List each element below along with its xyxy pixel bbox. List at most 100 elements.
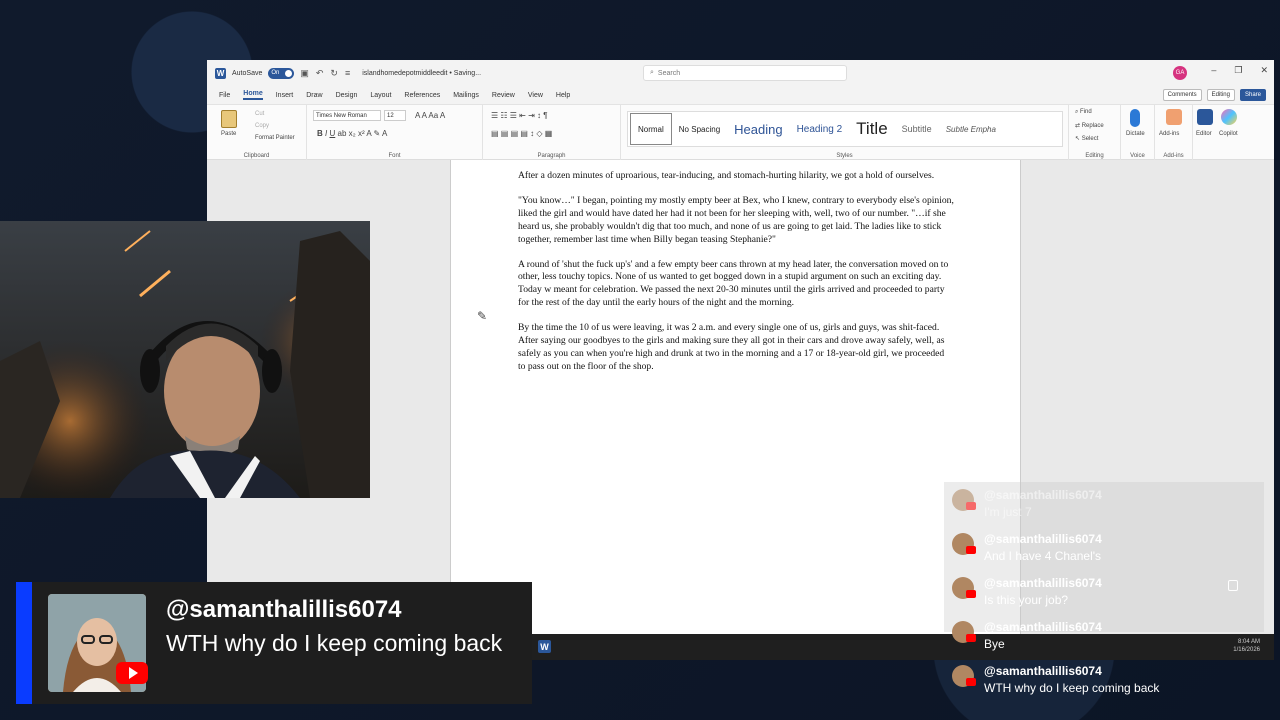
replace-button[interactable]: ⇄ Replace <box>1075 122 1104 129</box>
search-icon: ⌕ <box>650 69 654 76</box>
chat-username: @samanthalillis6074 <box>984 664 1102 678</box>
editing-mode-button[interactable]: Editing <box>1206 89 1235 101</box>
tab-review[interactable]: Review <box>492 92 515 99</box>
cut-button[interactable]: Cut <box>255 111 264 117</box>
chat-text: I'm just 7 <box>984 505 1032 519</box>
paragraph-3[interactable]: A round of 'shut the fuck up's' and a fe… <box>518 259 954 311</box>
style-heading-2[interactable]: Heading 2 <box>790 113 850 145</box>
tab-home[interactable]: Home <box>243 90 263 100</box>
document-title[interactable]: islandhomedepotmiddleedit • Saving... <box>362 70 481 77</box>
chat-username: @samanthalillis6074 <box>984 488 1102 502</box>
style-subtle-emphasis[interactable]: Subtle Empha <box>939 113 1003 145</box>
pen-cursor-icon: ✎ <box>477 309 488 323</box>
tab-insert[interactable]: Insert <box>276 92 294 99</box>
style-heading[interactable]: Heading <box>727 113 789 145</box>
copilot-button[interactable]: Copilot <box>1219 131 1238 137</box>
customize-icon[interactable]: ≡ <box>345 68 350 79</box>
banner-accent-bar <box>16 582 32 704</box>
word-logo-icon: W <box>215 67 226 79</box>
tab-references[interactable]: References <box>404 92 440 99</box>
paragraph-1[interactable]: After a dozen minutes of uproarious, tea… <box>518 170 954 183</box>
chat-overlay: @samanthalillis6074 I'm just 7 @samantha… <box>944 482 1264 716</box>
chat-username: @samanthalillis6074 <box>984 576 1102 590</box>
tab-mailings[interactable]: Mailings <box>453 92 479 99</box>
editing-group: ⌕ Find ⇄ Replace ↖ Select Editing <box>1069 105 1121 161</box>
ribbon: Paste Cut Copy Format Painter Clipboard … <box>207 104 1274 161</box>
paragraph-4[interactable]: By the time the 10 of us were leaving, i… <box>518 322 954 374</box>
editor-icon[interactable] <box>1197 109 1213 125</box>
copy-button[interactable]: Copy <box>255 123 269 129</box>
style-subtitle[interactable]: Subtitle <box>895 113 939 145</box>
autosave-state: On <box>271 70 280 76</box>
addins-icon[interactable] <box>1166 109 1182 125</box>
font-size-controls[interactable]: A A Aa A <box>415 111 445 120</box>
format-painter-button[interactable]: Format Painter <box>255 135 295 141</box>
font-name-select[interactable]: Times New Roman <box>313 110 381 121</box>
style-title[interactable]: Title <box>849 113 895 145</box>
chat-message: @samanthalillis6074 WTH why do I keep co… <box>952 662 1252 702</box>
voice-group: Dictate Voice <box>1121 105 1155 161</box>
word-taskbar-icon[interactable]: W <box>538 640 551 653</box>
share-button[interactable]: Share <box>1239 89 1266 101</box>
microphone-icon[interactable] <box>1130 109 1140 127</box>
chat-text: WTH why do I keep coming back <box>984 681 1160 695</box>
restore-icon[interactable]: ❐ <box>1234 65 1242 76</box>
style-no-spacing[interactable]: No Spacing <box>672 113 727 145</box>
comments-button[interactable]: Comments <box>1162 89 1202 101</box>
style-normal[interactable]: Normal <box>630 113 672 145</box>
chat-message: @samanthalillis6074 Bye <box>952 618 1252 658</box>
styles-gallery: Normal No Spacing Heading Heading 2 Titl… <box>627 111 1063 147</box>
tab-layout[interactable]: Layout <box>370 92 391 99</box>
search-input[interactable]: ⌕ Search <box>643 65 847 81</box>
window-controls: – ❐ ✕ <box>1211 65 1268 76</box>
chat-text: And I have 4 Chanel's <box>984 549 1102 563</box>
clipboard-label: Clipboard <box>243 153 270 159</box>
voice-label: Voice <box>1130 153 1145 159</box>
styles-label: Styles <box>836 153 853 159</box>
paste-icon[interactable] <box>221 110 237 128</box>
featured-chat-banner: @samanthalillis6074 WTH why do I keep co… <box>16 582 532 704</box>
paste-button[interactable]: Paste <box>221 131 236 137</box>
tab-draw[interactable]: Draw <box>306 92 322 99</box>
dictate-button[interactable]: Dictate <box>1126 131 1145 137</box>
document-body[interactable]: After a dozen minutes of uproarious, tea… <box>518 170 954 386</box>
alignment-buttons[interactable]: ▤ ▤ ▤ ▤ ↕ ◇ ▦ <box>491 129 552 138</box>
chat-username: @samanthalillis6074 <box>984 620 1102 634</box>
user-avatar[interactable]: GA <box>1173 66 1187 80</box>
banner-message: WTH why do I keep coming back <box>166 630 503 656</box>
autosave-label: AutoSave <box>232 69 263 77</box>
clipboard-group: Paste Cut Copy Format Painter Clipboard <box>207 105 307 161</box>
redo-icon[interactable]: ↻ <box>330 68 338 79</box>
tab-view[interactable]: View <box>528 92 543 99</box>
font-format-buttons[interactable]: B I U ab x₂ x² A ✎ A <box>317 129 387 138</box>
tab-file[interactable]: File <box>219 92 230 99</box>
webcam-feed <box>0 221 370 498</box>
select-button[interactable]: ↖ Select <box>1075 135 1098 142</box>
report-flag-icon[interactable] <box>1228 580 1238 591</box>
document-page[interactable]: After a dozen minutes of uproarious, tea… <box>450 160 1021 645</box>
save-icon[interactable]: ▣ <box>300 68 309 79</box>
close-icon[interactable]: ✕ <box>1260 65 1268 76</box>
youtube-icon <box>966 502 976 510</box>
search-placeholder: Search <box>657 69 681 77</box>
youtube-icon <box>966 634 976 642</box>
autosave-toggle[interactable]: On <box>268 67 295 79</box>
title-bar: W AutoSave On ▣ ↶ ↻ ≡ islandhomedepotmid… <box>207 60 1274 86</box>
tab-design[interactable]: Design <box>336 92 358 99</box>
font-size-select[interactable]: 12 <box>384 110 406 121</box>
find-button[interactable]: ⌕ Find <box>1075 109 1092 116</box>
addins-label: Add-ins <box>1163 153 1184 159</box>
replace-label: Replace <box>1081 123 1104 129</box>
minimize-icon[interactable]: – <box>1211 65 1216 76</box>
editor-button[interactable]: Editor <box>1196 131 1212 137</box>
undo-icon[interactable]: ↶ <box>316 68 324 79</box>
list-buttons[interactable]: ☰ ☷ ☰ ⇤ ⇥ ↕ ¶ <box>491 111 548 120</box>
addins-button[interactable]: Add-ins <box>1159 131 1179 137</box>
font-group: Times New Roman 12 A A Aa A B I U ab x₂ … <box>307 105 483 161</box>
chat-message: @samanthalillis6074 And I have 4 Chanel'… <box>952 530 1252 570</box>
copilot-icon[interactable] <box>1221 109 1237 125</box>
tab-help[interactable]: Help <box>556 92 570 99</box>
addins-group: Add-ins Add-ins <box>1155 105 1193 161</box>
youtube-icon <box>966 590 976 598</box>
paragraph-2[interactable]: "You know…" I began, pointing my mostly … <box>518 195 954 247</box>
